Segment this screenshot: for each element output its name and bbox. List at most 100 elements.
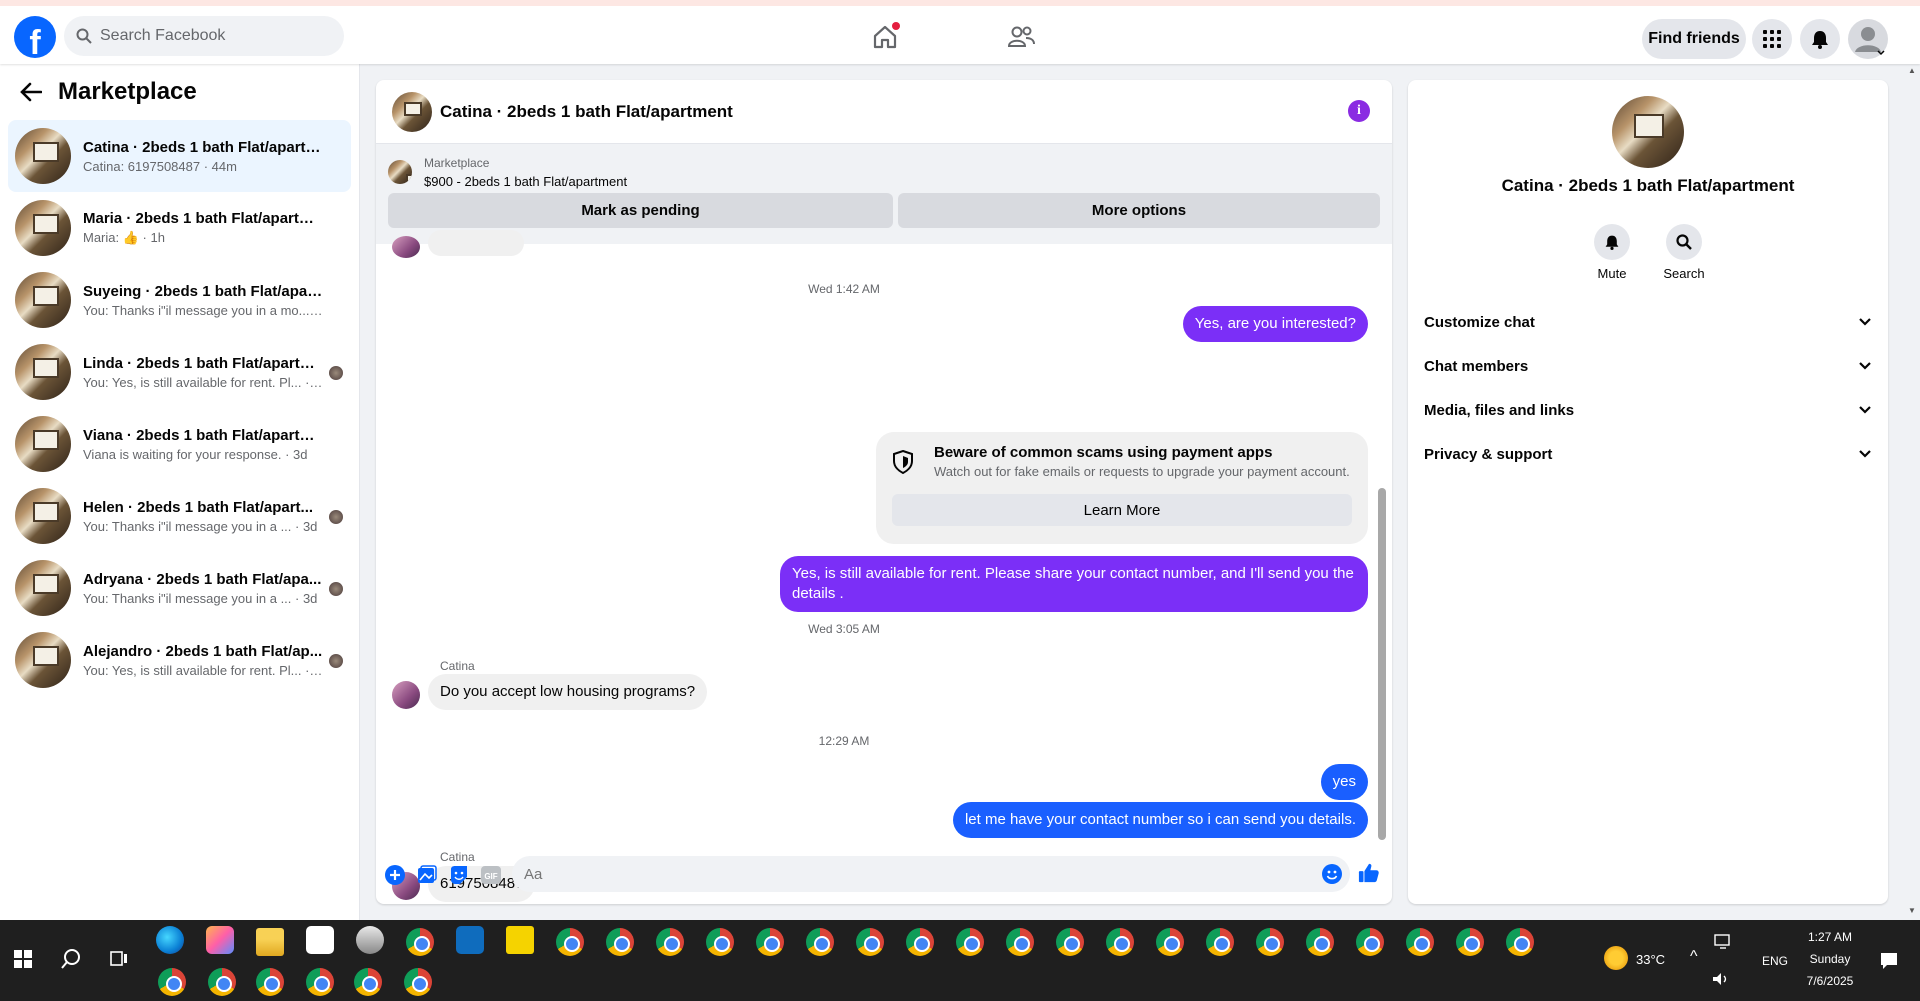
chrome-profile-icon[interactable] — [856, 928, 884, 956]
clock-date[interactable]: 7/6/2025 — [1802, 974, 1858, 988]
media-files-links-section[interactable]: Media, files and links — [1424, 388, 1872, 432]
message-input-box[interactable] — [512, 856, 1350, 892]
chrome-profile-icon[interactable] — [404, 968, 432, 996]
language-indicator[interactable]: ENG — [1762, 954, 1788, 968]
gif-icon[interactable]: GIF — [480, 864, 502, 886]
profile-avatar-icon[interactable] — [1848, 19, 1888, 59]
menu-grid-icon[interactable] — [1752, 19, 1792, 59]
message-outgoing[interactable]: Yes, are you interested? — [1182, 306, 1368, 342]
thumbs-up-icon[interactable] — [1358, 862, 1380, 884]
conversation-item[interactable]: Adryana · 2beds 1 bath Flat/apa... You: T… — [8, 552, 351, 624]
chrome-profile-icon[interactable] — [756, 928, 784, 956]
message-outgoing[interactable]: let me have your contact number so i can… — [952, 802, 1368, 838]
chat-members-section[interactable]: Chat members — [1424, 344, 1872, 388]
conversation-item[interactable]: Alejandro · 2beds 1 bath Flat/ap... You: … — [8, 624, 351, 696]
chrome-profile-icon[interactable] — [1006, 928, 1034, 956]
details-avatar[interactable] — [1612, 96, 1684, 168]
find-friends-button[interactable]: Find friends — [1642, 19, 1746, 59]
chrome-profile-icon[interactable] — [208, 968, 236, 996]
tray-chevron-up-icon[interactable]: ^ — [1690, 948, 1698, 966]
chrome-profile-icon[interactable] — [256, 968, 284, 996]
weather-temperature[interactable]: 33°C — [1636, 952, 1665, 967]
chat-title[interactable]: Catina · 2beds 1 bath Flat/apartment — [440, 102, 733, 122]
chrome-profile-icon[interactable] — [306, 968, 334, 996]
friends-icon[interactable] — [1004, 20, 1038, 54]
conversation-item[interactable]: Helen · 2beds 1 bath Flat/apart... You: T… — [8, 480, 351, 552]
edge-icon[interactable] — [156, 926, 184, 954]
network-icon[interactable] — [1714, 934, 1732, 950]
copilot-icon[interactable] — [206, 926, 234, 954]
chat-avatar[interactable] — [392, 91, 432, 132]
learn-more-button[interactable]: Learn More — [892, 494, 1352, 526]
chrome-profile-icon[interactable] — [1406, 928, 1434, 956]
page-scroll-up-icon[interactable]: ▲ — [1908, 66, 1918, 76]
windows-start-icon[interactable] — [14, 950, 32, 968]
clock-day[interactable]: Sunday — [1802, 952, 1858, 966]
mark-as-pending-button[interactable]: Mark as pending — [388, 193, 893, 228]
search-input[interactable] — [100, 27, 320, 45]
plus-circle-icon[interactable] — [384, 864, 406, 886]
search-action[interactable]: Search — [1654, 224, 1714, 281]
mute-action[interactable]: Mute — [1582, 224, 1642, 281]
customize-chat-section[interactable]: Customize chat — [1424, 300, 1872, 344]
outlook-icon[interactable] — [456, 926, 484, 954]
privacy-support-section[interactable]: Privacy & support — [1424, 432, 1872, 476]
more-options-button[interactable]: More options — [898, 193, 1380, 228]
page-scroll-down-icon[interactable]: ▼ — [1908, 906, 1918, 916]
chrome-profile-icon[interactable] — [1156, 928, 1184, 956]
chat-scrollbar[interactable] — [1378, 258, 1386, 840]
microsoft-store-icon[interactable] — [306, 926, 334, 954]
message-outgoing[interactable]: Yes, is still available for rent. Please… — [780, 556, 1368, 612]
chrome-profile-icon[interactable] — [806, 928, 834, 956]
back-arrow-icon[interactable] — [20, 82, 42, 102]
home-icon[interactable] — [868, 20, 902, 54]
conversation-item[interactable]: Viana · 2beds 1 bath Flat/apartment Viana… — [8, 408, 351, 480]
notification-center-icon[interactable] — [1880, 952, 1898, 970]
message-incoming[interactable]: Do you accept low housing programs? — [428, 674, 708, 710]
conversation-item[interactable]: Maria · 2beds 1 bath Flat/apartment Maria… — [8, 192, 351, 264]
listing-price[interactable]: $900 - 2beds 1 bath Flat/apartment — [424, 174, 627, 189]
paint-icon[interactable] — [356, 926, 384, 954]
chrome-profile-icon[interactable] — [706, 928, 734, 956]
chrome-profile-icon[interactable] — [906, 928, 934, 956]
conversation-item[interactable]: Linda · 2beds 1 bath Flat/apartm... You: … — [8, 336, 351, 408]
chrome-profile-icon[interactable] — [1206, 928, 1234, 956]
chrome-profile-icon[interactable] — [1356, 928, 1384, 956]
sender-avatar[interactable] — [392, 681, 420, 709]
task-view-icon[interactable] — [110, 950, 128, 968]
emoji-icon[interactable] — [1322, 864, 1342, 884]
conversation-preview: You: Yes, is still available for rent. P… — [83, 662, 323, 678]
search-box[interactable] — [64, 16, 344, 56]
chrome-profile-icon[interactable] — [1256, 928, 1284, 956]
chrome-profile-icon[interactable] — [158, 968, 186, 996]
clock-time[interactable]: 1:27 AM — [1802, 930, 1858, 944]
chrome-profile-icon[interactable] — [1056, 928, 1084, 956]
bell-icon[interactable] — [1594, 224, 1630, 260]
chrome-profile-icon[interactable] — [354, 968, 382, 996]
message-input[interactable] — [524, 865, 1284, 883]
scrollbar-thumb[interactable] — [1378, 488, 1386, 840]
conversation-item[interactable]: Catina · 2beds 1 bath Flat/apartment Cati… — [8, 120, 351, 192]
chrome-icon[interactable] — [606, 928, 634, 956]
chrome-profile-icon[interactable] — [1306, 928, 1334, 956]
chrome-profile-icon[interactable] — [1106, 928, 1134, 956]
volume-icon[interactable] — [1712, 972, 1730, 986]
photo-icon[interactable] — [416, 864, 438, 886]
chrome-profile-icon[interactable] — [656, 928, 684, 956]
search-icon[interactable] — [1666, 224, 1702, 260]
message-outgoing[interactable]: yes — [1320, 764, 1368, 800]
chrome-profile-icon[interactable] — [1506, 928, 1534, 956]
sticky-notes-icon[interactable] — [506, 926, 534, 954]
sticker-icon[interactable] — [448, 864, 470, 886]
file-explorer-icon[interactable] — [256, 928, 284, 956]
chrome-profile-icon[interactable] — [1456, 928, 1484, 956]
chrome-profile-icon[interactable] — [406, 928, 434, 956]
conversation-item[interactable]: Suyeing · 2beds 1 bath Flat/apart... You:… — [8, 264, 351, 336]
facebook-logo-icon[interactable]: f — [14, 16, 56, 58]
chrome-profile-icon[interactable] — [956, 928, 984, 956]
taskbar-search-icon[interactable] — [60, 948, 82, 970]
notifications-bell-icon[interactable] — [1800, 19, 1840, 59]
weather-sun-icon[interactable] — [1604, 946, 1628, 970]
chrome-icon[interactable] — [556, 928, 584, 956]
info-icon[interactable]: i — [1348, 100, 1370, 122]
